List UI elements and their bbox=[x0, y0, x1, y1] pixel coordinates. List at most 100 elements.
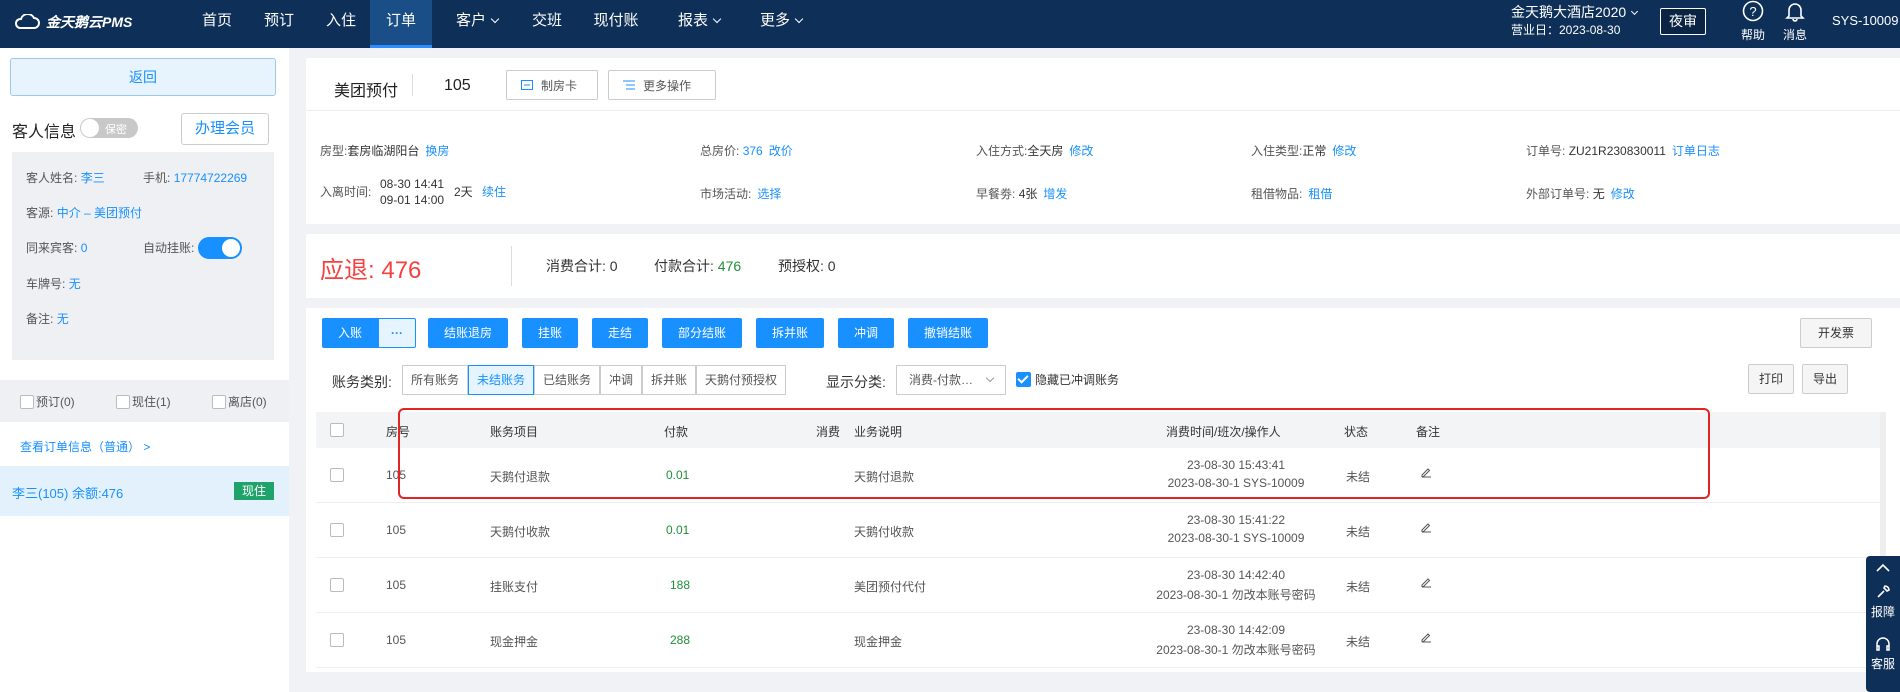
app-logo[interactable]: 金天鹅云PMS bbox=[14, 12, 132, 32]
cat-unsettled[interactable]: 未结账务 bbox=[468, 365, 534, 395]
reverse-button[interactable]: 冲调 bbox=[838, 318, 894, 348]
nav-home[interactable]: 首页 bbox=[190, 0, 244, 48]
room-entry-label: 李三(105) 余额:476 bbox=[12, 486, 124, 501]
checkbox[interactable] bbox=[212, 394, 226, 409]
post-more-button[interactable]: ··· bbox=[378, 318, 416, 348]
hang-account-button[interactable]: 挂账 bbox=[522, 318, 578, 348]
nav-customers[interactable]: 客户 bbox=[440, 0, 514, 48]
register-member-button[interactable]: 办理会员 bbox=[181, 113, 269, 145]
hotel-selector[interactable]: 金天鹅大酒店2020 bbox=[1511, 3, 1639, 21]
cell-description: 现金押金 bbox=[854, 635, 903, 649]
companions-row: 同来宾客: 0 bbox=[26, 241, 88, 255]
chevron-down-icon bbox=[490, 14, 500, 24]
row-checkbox[interactable] bbox=[330, 468, 344, 482]
app-name: 金天鹅云PMS bbox=[46, 14, 133, 30]
post-entry-button[interactable]: 入账 bbox=[322, 318, 378, 348]
cat-settled[interactable]: 已结账务 bbox=[534, 365, 600, 395]
list-icon bbox=[623, 80, 635, 90]
guest-name-row: 客人姓名: 李三 bbox=[26, 171, 105, 185]
nav-cash-account[interactable]: 现付账 bbox=[584, 0, 648, 48]
nav-more[interactable]: 更多 bbox=[744, 0, 818, 48]
row-checkbox[interactable] bbox=[330, 578, 344, 592]
export-button[interactable]: 导出 bbox=[1802, 364, 1848, 394]
more-operations-button[interactable]: 更多操作 bbox=[608, 70, 716, 100]
chevron-up-icon[interactable] bbox=[1866, 556, 1900, 580]
filter-staying[interactable]: 现住(1) bbox=[116, 393, 171, 410]
change-price-link[interactable]: 改价 bbox=[769, 144, 793, 158]
card-icon bbox=[521, 80, 533, 90]
customer-service-button[interactable]: 客服 bbox=[1866, 636, 1900, 692]
order-details: 房型:套房临湖阳台 换房 总房价: 376 改价 入住方式:全天房 修改 入住类型:正… bbox=[306, 110, 1900, 224]
market-field: 市场活动: 选择 bbox=[700, 187, 782, 201]
edit-icon[interactable] bbox=[1420, 576, 1432, 591]
row-checkbox[interactable] bbox=[330, 633, 344, 647]
cell-time: 23-08-30 15:41:22 bbox=[1186, 513, 1286, 527]
cat-reversal[interactable]: 冲调 bbox=[600, 365, 642, 395]
user-menu[interactable]: SYS-10009 bbox=[1832, 13, 1899, 28]
companions-count[interactable]: 0 bbox=[81, 241, 88, 255]
preauth-total: 预授权: 0 bbox=[778, 258, 836, 274]
message-button[interactable]: 消息 bbox=[1775, 0, 1815, 43]
cat-all[interactable]: 所有账务 bbox=[402, 365, 468, 395]
split-merge-button[interactable]: 拆并账 bbox=[756, 318, 824, 348]
nav-booking[interactable]: 预订 bbox=[252, 0, 306, 48]
report-issue-button[interactable]: 报障 bbox=[1866, 580, 1900, 636]
nav-orders[interactable]: 订单 bbox=[370, 0, 432, 48]
table-row[interactable]: 105 天鹅付收款 0.01 天鹅付收款 23-08-30 15:41:22 2… bbox=[316, 503, 1886, 558]
extend-stay-link[interactable]: 续住 bbox=[482, 185, 506, 200]
walk-settle-button[interactable]: 走结 bbox=[592, 318, 648, 348]
edit-icon[interactable] bbox=[1420, 521, 1432, 536]
cat-preauth[interactable]: 天鹅付预授权 bbox=[696, 365, 786, 395]
guest-source[interactable]: 中介 – 美团预付 bbox=[57, 206, 142, 220]
checkout-button[interactable]: 结账退房 bbox=[428, 318, 508, 348]
cell-room: 105 bbox=[386, 578, 407, 592]
guest-phone[interactable]: 17774722269 bbox=[174, 171, 247, 185]
night-audit-button[interactable]: 夜审 bbox=[1660, 8, 1706, 35]
nav-shift[interactable]: 交班 bbox=[520, 0, 574, 48]
edit-checkin-type-link[interactable]: 修改 bbox=[1332, 144, 1356, 158]
plate-value[interactable]: 无 bbox=[69, 277, 81, 291]
guest-name[interactable]: 李三 bbox=[81, 171, 105, 185]
room-status-filter: 预订(0) 现住(1) 离店(0) bbox=[0, 380, 289, 422]
display-select[interactable]: 消费-付款… bbox=[896, 365, 1006, 395]
room-list-item[interactable]: 李三(105) 余额:476 现住 bbox=[0, 466, 289, 516]
rent-items-link[interactable]: 租借 bbox=[1308, 187, 1332, 201]
nav-checkin[interactable]: 入住 bbox=[314, 0, 368, 48]
invoice-button[interactable]: 开发票 bbox=[1800, 318, 1872, 348]
help-button[interactable]: ? 帮助 bbox=[1733, 0, 1773, 43]
filter-departed[interactable]: 离店(0) bbox=[212, 393, 267, 410]
row-checkbox[interactable] bbox=[330, 523, 344, 537]
auto-hang-label: 自动挂账: bbox=[143, 241, 195, 255]
note-value[interactable]: 无 bbox=[57, 312, 69, 326]
hide-reversed-checkbox[interactable]: 隐藏已冲调账务 bbox=[1016, 371, 1119, 388]
select-market-link[interactable]: 选择 bbox=[757, 187, 781, 201]
select-all-checkbox[interactable] bbox=[330, 423, 344, 437]
edit-icon[interactable] bbox=[1420, 631, 1432, 646]
view-order-info-link[interactable]: 查看订单信息（普通） > bbox=[20, 438, 150, 455]
edit-external-order-link[interactable]: 修改 bbox=[1611, 187, 1635, 201]
refund-amount: 应退: 476 bbox=[320, 257, 422, 284]
display-label: 显示分类: bbox=[826, 374, 886, 390]
partial-settle-button[interactable]: 部分结账 bbox=[662, 318, 742, 348]
cell-shift: 2023-08-30-1 勿改本账号密码 bbox=[1156, 643, 1316, 657]
cancel-checkout-button[interactable]: 撤销结账 bbox=[908, 318, 988, 348]
table-row[interactable]: 105 挂账支付 188 美团预付代付 23-08-30 14:42:40 20… bbox=[316, 558, 1886, 613]
privacy-toggle[interactable]: 保密 bbox=[80, 118, 138, 138]
cell-item: 挂账支付 bbox=[490, 580, 539, 594]
rental-field: 租借物品: 租借 bbox=[1251, 187, 1333, 201]
change-room-link[interactable]: 换房 bbox=[425, 144, 449, 158]
issue-breakfast-link[interactable]: 增发 bbox=[1043, 187, 1067, 201]
checkbox[interactable] bbox=[116, 394, 130, 409]
cat-split[interactable]: 拆并账 bbox=[642, 365, 696, 395]
auto-hang-toggle[interactable] bbox=[198, 237, 242, 259]
nav-reports[interactable]: 报表 bbox=[662, 0, 736, 48]
print-button[interactable]: 打印 bbox=[1748, 364, 1794, 394]
edit-checkin-mode-link[interactable]: 修改 bbox=[1069, 144, 1093, 158]
table-row[interactable]: 105 现金押金 288 现金押金 23-08-30 14:42:09 2023… bbox=[316, 613, 1886, 668]
make-room-card-button[interactable]: 制房卡 bbox=[506, 70, 598, 100]
filter-booked[interactable]: 预订(0) bbox=[20, 393, 75, 410]
checkbox[interactable] bbox=[20, 394, 34, 409]
back-button[interactable]: 返回 bbox=[10, 58, 276, 96]
order-number-field: 订单号: ZU21R230830011 订单日志 bbox=[1526, 144, 1720, 158]
order-log-link[interactable]: 订单日志 bbox=[1672, 144, 1720, 158]
